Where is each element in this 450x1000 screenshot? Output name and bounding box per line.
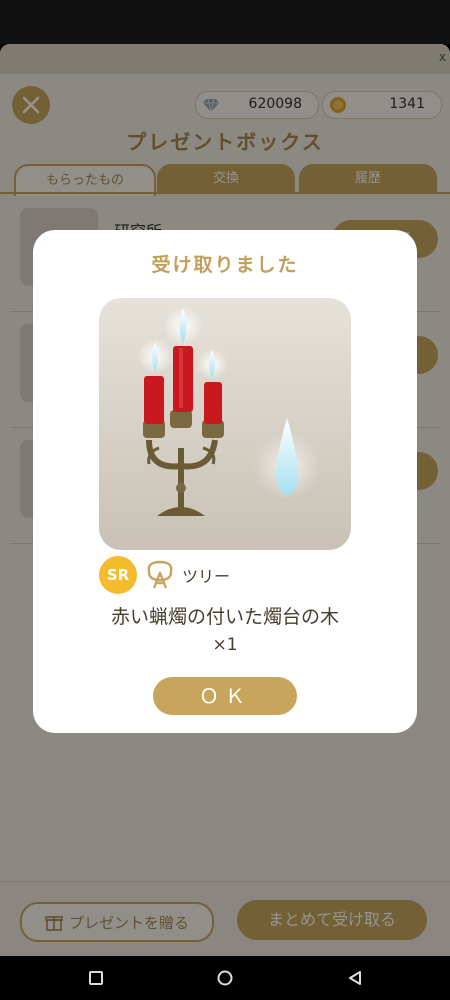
item-type-label: ツリー [182,567,231,586]
nav-home-icon[interactable] [215,968,235,988]
system-nav-bar [0,956,450,1000]
nav-back-icon[interactable] [345,968,365,988]
status-bar [0,0,450,44]
rarity-badge: SR [99,556,137,594]
tree-type-icon [147,560,173,589]
item-image [99,298,351,550]
ok-button[interactable]: ＯＫ [153,677,297,715]
received-dialog: 受け取りました SR ツリー 赤い蝋燭の付いた燭台の木 ×1 ＯＫ [33,230,417,733]
nav-recents-icon[interactable] [86,968,106,988]
item-name: 赤い蝋燭の付いた燭台の木 [110,606,339,628]
dialog-title: 受け取りました [151,254,299,276]
candelabra-illustration [137,306,321,516]
item-quantity: ×1 [212,635,238,655]
